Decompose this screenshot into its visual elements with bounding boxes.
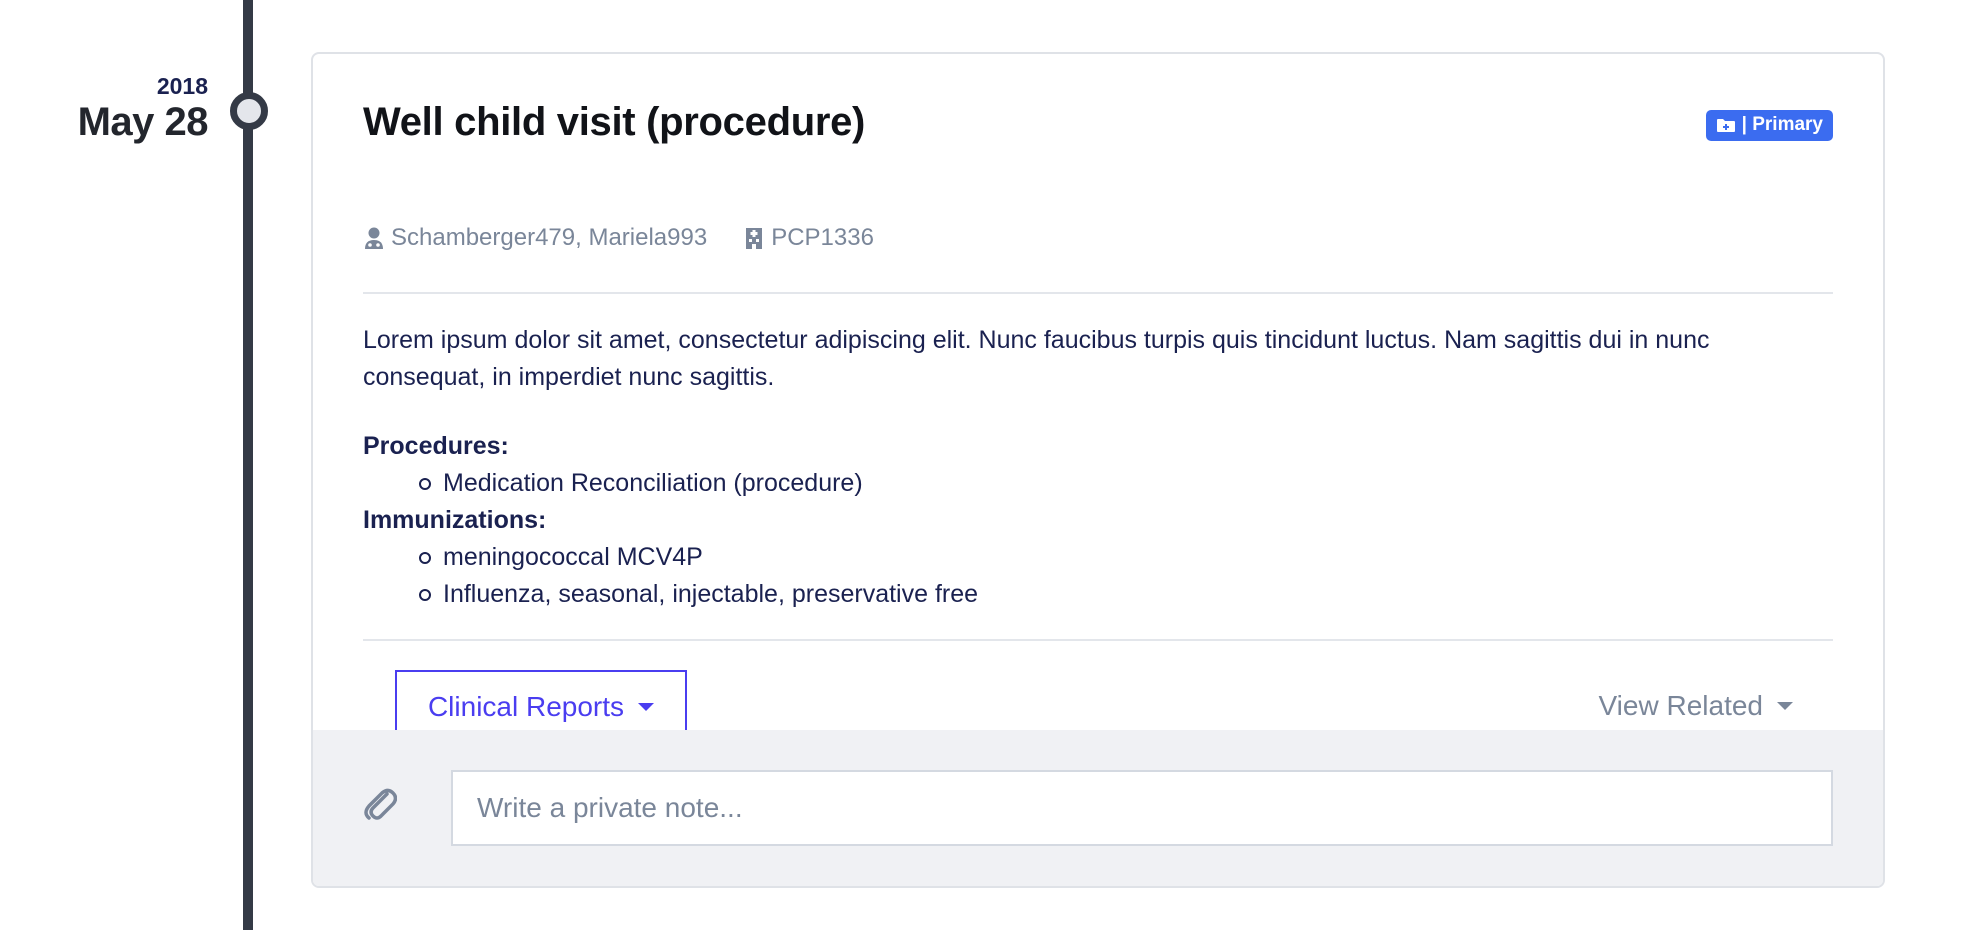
clinical-reports-label: Clinical Reports bbox=[427, 690, 625, 722]
primary-badge-label: | Primary bbox=[1741, 114, 1823, 135]
list-item: Medication Reconciliation (procedure) bbox=[419, 465, 863, 502]
list-item: meningococcal MCV4P bbox=[419, 539, 978, 576]
bullet-icon bbox=[419, 588, 431, 601]
encounter-meta: Schamberger479, Mariela993 PCP1336 bbox=[363, 224, 910, 252]
view-related-label: View Related bbox=[1598, 690, 1763, 721]
primary-badge: | Primary bbox=[1705, 110, 1833, 141]
bullet-icon bbox=[419, 477, 431, 490]
header-divider bbox=[363, 292, 1833, 294]
paperclip-icon[interactable] bbox=[363, 784, 397, 824]
list-item: Influenza, seasonal, injectable, preserv… bbox=[419, 576, 978, 613]
view-related-dropdown[interactable]: View Related bbox=[1599, 690, 1793, 722]
provider-info: Schamberger479, Mariela993 bbox=[363, 224, 707, 252]
procedures-label: Procedures: bbox=[363, 432, 509, 460]
provider-name: Schamberger479, Mariela993 bbox=[391, 224, 708, 251]
timeline-date: 2018 May 28 bbox=[77, 72, 209, 144]
user-doctor-icon bbox=[365, 227, 383, 249]
timeline-year: 2018 bbox=[156, 73, 208, 99]
caret-down-icon bbox=[638, 702, 655, 711]
actions-divider bbox=[363, 639, 1833, 641]
timeline-page: 2018 May 28 Well child visit (procedure)… bbox=[0, 0, 1964, 930]
bullet-icon bbox=[419, 551, 431, 564]
hospital-icon bbox=[746, 228, 763, 249]
immunizations-label: Immunizations: bbox=[363, 506, 547, 534]
encounter-description: Lorem ipsum dolor sit amet, consectetur … bbox=[363, 326, 1710, 391]
folder-plus-icon bbox=[1716, 118, 1735, 132]
note-footer bbox=[313, 730, 1883, 886]
organization-name: PCP1336 bbox=[771, 224, 874, 251]
timeline-node bbox=[230, 92, 268, 130]
encounter-card: Well child visit (procedure) | Primary S… bbox=[311, 52, 1885, 888]
caret-down-icon bbox=[1777, 702, 1793, 710]
immunizations-list: meningococcal MCV4P Influenza, seasonal,… bbox=[419, 539, 978, 613]
private-note-input[interactable] bbox=[451, 770, 1833, 846]
procedures-list: Medication Reconciliation (procedure) bbox=[419, 465, 863, 502]
timeline-day: May 28 bbox=[77, 100, 209, 144]
organization-info: PCP1336 bbox=[743, 224, 874, 252]
timeline-line bbox=[243, 0, 253, 930]
encounter-title: Well child visit (procedure) bbox=[363, 100, 866, 144]
